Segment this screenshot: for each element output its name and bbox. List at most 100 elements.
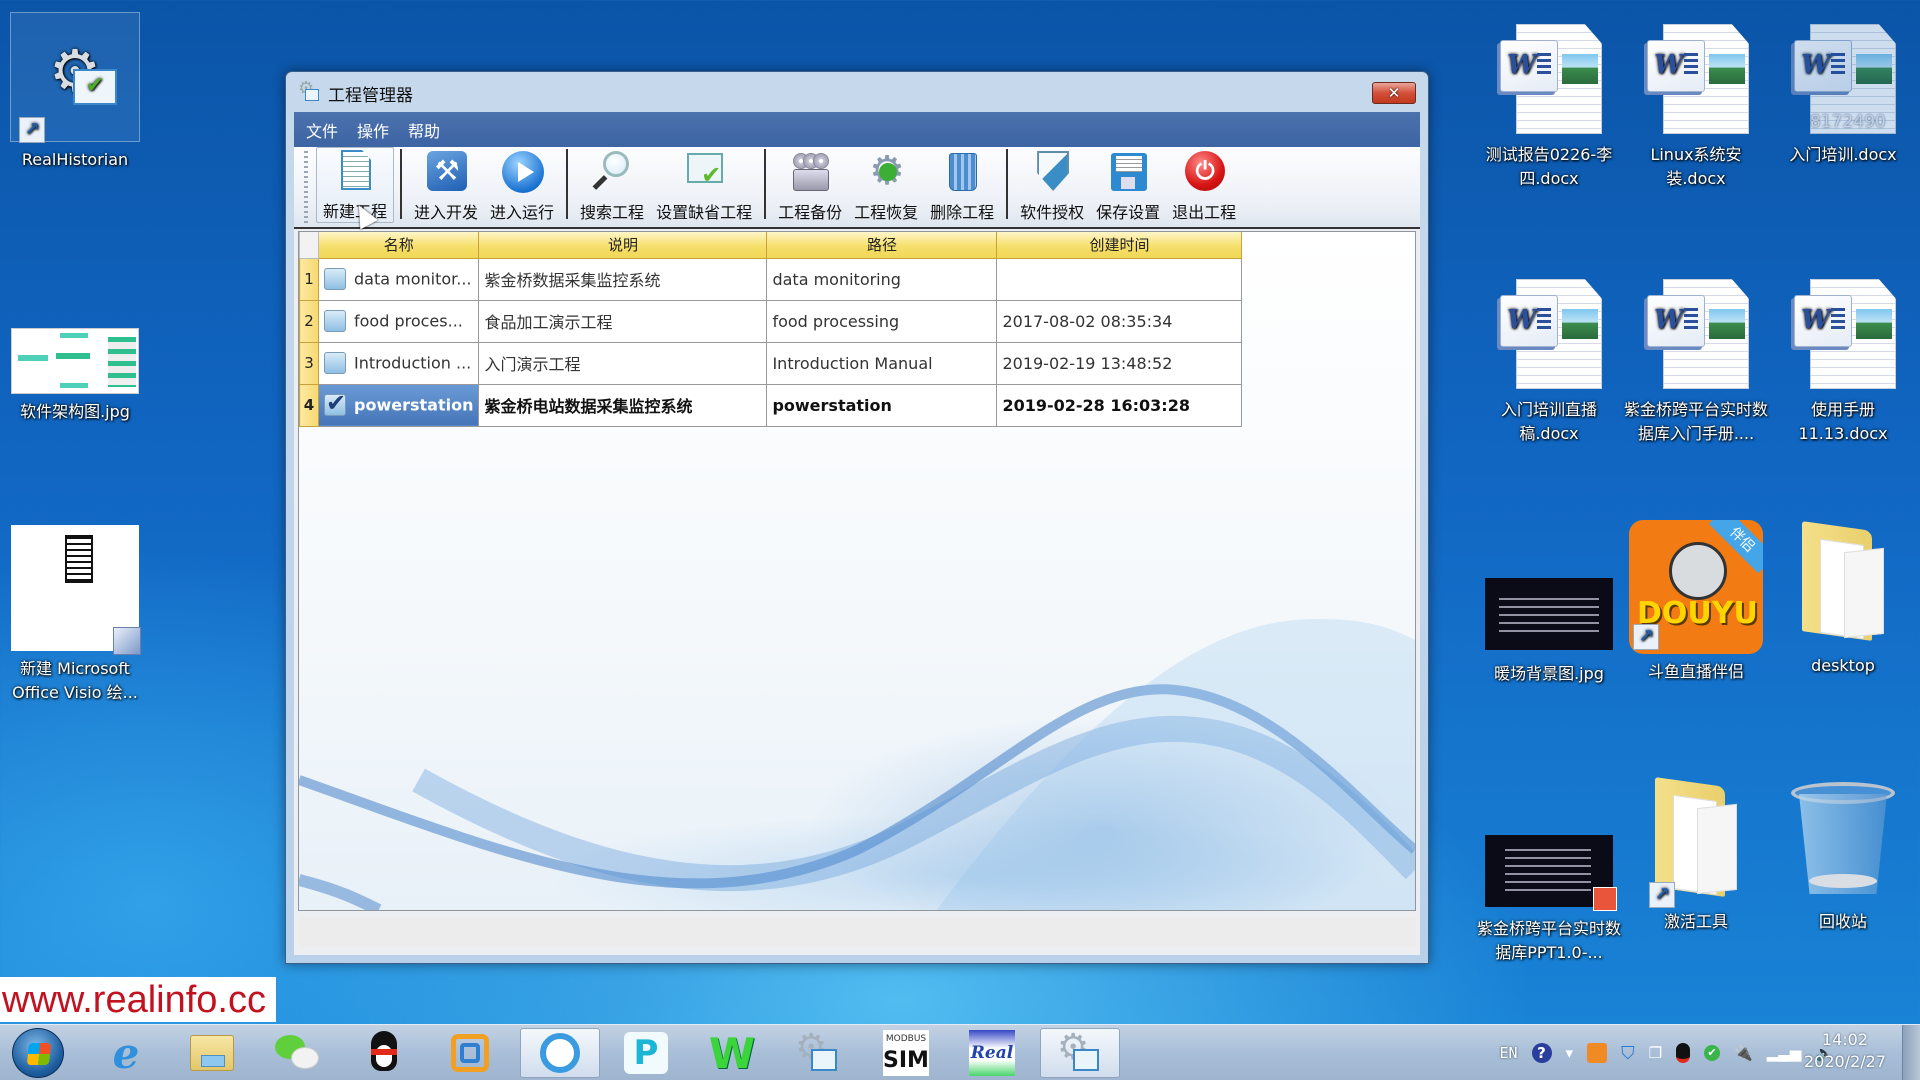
set-default-project-button[interactable]: 设置缺省工程 [650, 149, 758, 223]
backup-project-label: 工程备份 [778, 203, 843, 222]
power-plug-icon[interactable]: 🔌 [1734, 1044, 1753, 1062]
row-checkbox[interactable] [324, 268, 346, 290]
delete-project-button[interactable]: 删除工程 [924, 149, 1000, 223]
project-name-cell[interactable]: food proces... [317, 299, 480, 343]
save-settings-button[interactable]: 保存设置 [1090, 149, 1166, 223]
row-checkbox[interactable] [324, 352, 346, 374]
taskbar-cloud-browser[interactable] [520, 1028, 600, 1078]
taskbar-modbus-sim[interactable]: MODBUS SIM [866, 1028, 946, 1078]
column-header-created-time[interactable]: 创建时间 [996, 232, 1243, 259]
taskbar-w-app[interactable]: W [692, 1028, 772, 1078]
row-number[interactable]: 2 [299, 299, 319, 343]
taskbar-realhistorian[interactable]: ⚙ [778, 1027, 858, 1078]
taskbar-p-app[interactable]: P [606, 1028, 686, 1078]
language-indicator[interactable]: EN [1499, 1044, 1517, 1062]
start-button[interactable] [12, 1028, 64, 1078]
window-titlebar[interactable]: ⚙ 工程管理器 ✕ [286, 72, 1428, 112]
desktop-icon-word-doc[interactable]: W 8172490 入门培训.docx [1768, 20, 1918, 167]
desktop-icon-word-doc[interactable]: W Linux系统安装.docx [1621, 20, 1771, 191]
row-checkbox-checked[interactable] [324, 389, 346, 417]
taskbar-real-app[interactable]: Real [952, 1028, 1032, 1078]
table-row[interactable]: 3 Introduction ... 入门演示工程 Introduction M… [299, 341, 1243, 385]
system-tray: EN ? ▾ ⛉ ❐ ✔ 🔌 ▂▃▅ 🔈 [1499, 1025, 1834, 1080]
app-tray-icon[interactable] [1587, 1043, 1608, 1063]
taskbar-file-explorer[interactable] [172, 1028, 252, 1078]
desktop-icon-desktop-folder[interactable]: desktop [1768, 521, 1918, 678]
clock-time: 14:02 [1821, 1030, 1869, 1049]
software-license-button[interactable]: 软件授权 [1014, 149, 1090, 223]
table-corner[interactable] [299, 232, 319, 259]
menu-bar: 文件 操作 帮助 [294, 112, 1420, 147]
toolbar-grip-handle[interactable] [304, 151, 308, 223]
show-desktop-button[interactable] [1902, 1025, 1920, 1080]
row-number[interactable]: 3 [299, 341, 319, 385]
project-name-cell[interactable]: data monitor... [317, 257, 480, 301]
taskbar-project-manager[interactable]: ⚙ [1040, 1027, 1120, 1078]
desktop-icon-activation-folder[interactable]: ↗ 激活工具 [1621, 777, 1771, 934]
desktop-icon-warmup-image[interactable]: 暖场背景图.jpg [1474, 578, 1624, 686]
taskbar-vmware[interactable] [430, 1028, 510, 1078]
row-number[interactable]: 4 [299, 383, 319, 427]
signal-icon[interactable]: ▂▃▅ [1767, 1044, 1802, 1062]
show-hidden-icon[interactable]: ▾ [1566, 1044, 1574, 1062]
menu-help[interactable]: 帮助 [408, 118, 440, 142]
software-license-label: 软件授权 [1020, 203, 1085, 222]
internet-explorer-icon: e [112, 1028, 140, 1078]
column-header-name[interactable]: 名称 [317, 232, 480, 259]
taskbar-qq[interactable] [344, 1028, 424, 1078]
network-manager-icon[interactable]: ❐ [1649, 1044, 1662, 1062]
desktop-icon-realhistorian[interactable]: ⚙ ✔ ↗ RealHistorian [0, 12, 150, 172]
desktop-icon-visio-document[interactable]: 新建 Microsoft Office Visio 绘... [0, 525, 150, 705]
close-button[interactable]: ✕ [1372, 82, 1416, 104]
project-name-cell[interactable]: powerstation [317, 383, 480, 427]
enter-run-button[interactable]: 进入运行 [484, 149, 560, 223]
p-app-icon: P [624, 1032, 668, 1074]
sim-label: SIM [883, 1048, 929, 1073]
taskbar-wechat[interactable] [258, 1028, 338, 1078]
project-created-time-cell: 2017-08-02 08:35:34 [996, 299, 1243, 343]
desktop-icon-word-doc[interactable]: W 入门培训直播稿.docx [1474, 275, 1624, 446]
restore-project-button[interactable]: ⚙ 工程恢复 [848, 149, 924, 223]
close-icon: ✕ [1387, 84, 1401, 102]
shortcut-arrow-icon: ↗ [1649, 882, 1675, 908]
project-manager-window: ⚙ 工程管理器 ✕ 文件 操作 帮助 新建工程 ⚒ 进入开发 进入运行 [285, 71, 1429, 964]
desktop-icon-recycle-bin[interactable]: 回收站 [1768, 778, 1918, 934]
realhistorian-taskbar-icon: ⚙ [795, 1027, 841, 1075]
trash-icon [939, 149, 985, 195]
table-row-selected[interactable]: 4 powerstation 紫金桥电站数据采集监控系统 powerstatio… [299, 383, 1243, 427]
column-header-description[interactable]: 说明 [478, 232, 768, 259]
folder-icon [1798, 521, 1888, 642]
taskbar-clock[interactable]: 14:02 2020/2/27 [1804, 1029, 1886, 1073]
taskbar-internet-explorer[interactable]: e [86, 1028, 166, 1078]
menu-operation[interactable]: 操作 [357, 118, 389, 142]
table-row[interactable]: 1 data monitor... 紫金桥数据采集监控系统 data monit… [299, 257, 1243, 301]
restore-gear-icon: ⚙ [863, 149, 909, 195]
backup-project-button[interactable]: 工程备份 [772, 149, 848, 223]
desktop-icon-ppt-document[interactable]: 紫金桥跨平台实时数据库PPT1.0-... [1474, 835, 1624, 965]
table-row[interactable]: 2 food proces... 食品加工演示工程 food processin… [299, 299, 1243, 343]
desktop-icon-word-doc[interactable]: W 紫金桥跨平台实时数据库入门手册.... [1621, 275, 1771, 446]
help-icon[interactable]: ? [1531, 1043, 1552, 1063]
enter-develop-button[interactable]: ⚒ 进入开发 [408, 149, 484, 223]
search-icon [589, 149, 635, 195]
project-name-cell[interactable]: Introduction ... [317, 341, 480, 385]
project-description-cell: 紫金桥电站数据采集监控系统 [478, 383, 768, 427]
desktop-icon-label: 暖场背景图.jpg [1494, 664, 1604, 683]
project-created-time-cell: 2019-02-28 16:03:28 [996, 383, 1243, 427]
security-shield-icon[interactable]: ⛉ [1621, 1043, 1635, 1064]
desktop-icon-word-doc[interactable]: W 测试报告0226-李四.docx [1474, 20, 1624, 191]
desktop-icon-douyu[interactable]: DOUYU 伴侣 ↗ 斗鱼直播伴侣 [1621, 520, 1771, 684]
menu-file[interactable]: 文件 [306, 118, 338, 142]
overlay-number: 8172490 [1810, 112, 1886, 132]
row-number[interactable]: 1 [299, 257, 319, 301]
qq-tray-icon[interactable] [1676, 1043, 1691, 1063]
search-project-button[interactable]: 搜索工程 [574, 149, 650, 223]
folder-icon: ↗ [1649, 777, 1741, 908]
row-checkbox[interactable] [324, 310, 346, 332]
exit-project-button[interactable]: ⏻ 退出工程 [1166, 149, 1242, 223]
desktop-icon-architecture-image[interactable]: 软件架构图.jpg [0, 328, 150, 424]
column-header-path[interactable]: 路径 [766, 232, 998, 259]
develop-tools-icon: ⚒ [423, 149, 469, 195]
usb-safe-remove-icon[interactable]: ✔ [1704, 1045, 1721, 1061]
desktop-icon-word-doc[interactable]: W 使用手册11.13.docx [1768, 275, 1918, 446]
